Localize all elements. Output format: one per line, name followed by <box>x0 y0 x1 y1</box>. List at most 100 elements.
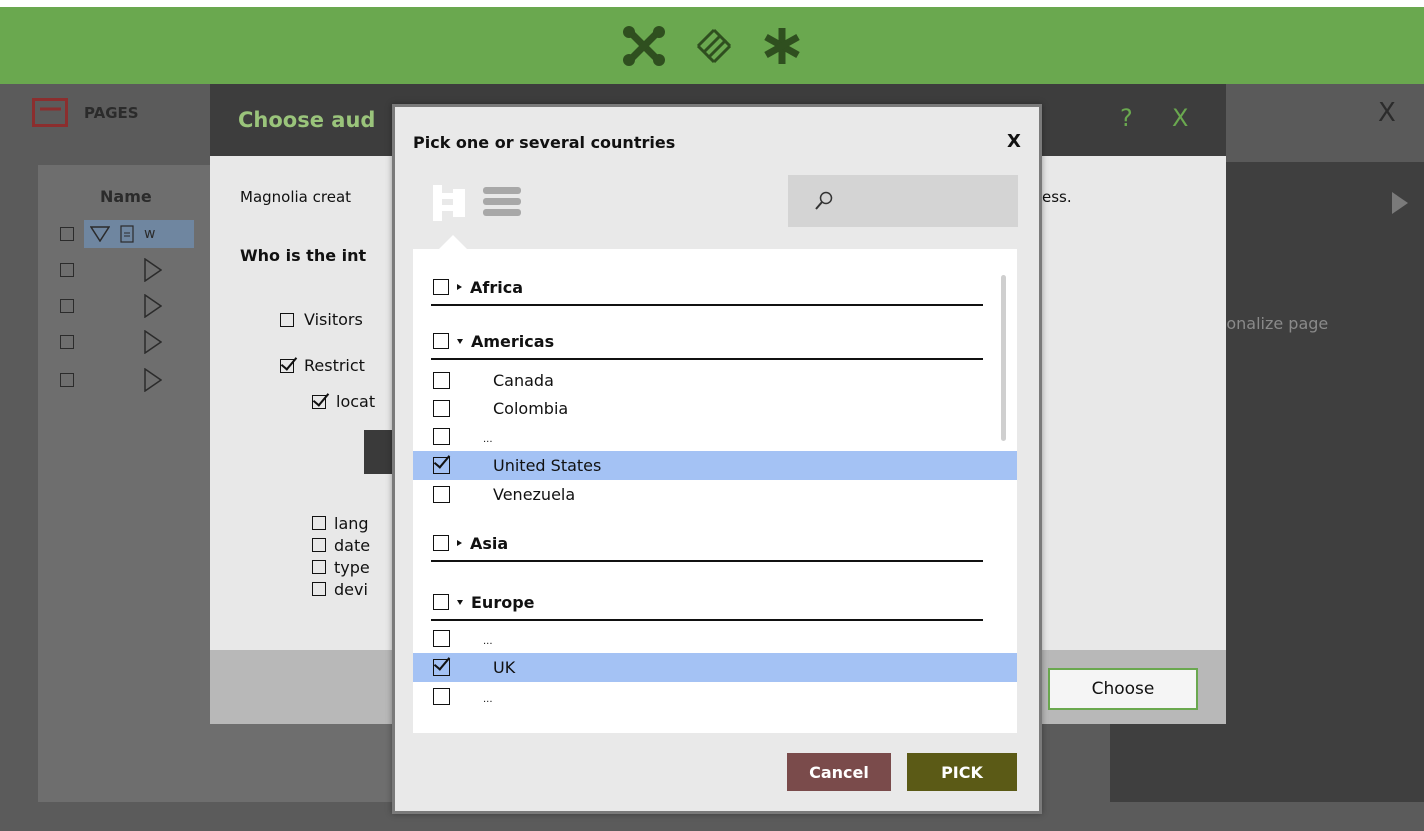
country-picker-dialog: Pick one or several countries X Africa A… <box>392 104 1042 814</box>
country-checkbox[interactable] <box>433 372 450 389</box>
audience-dialog-close-button[interactable]: X <box>1172 104 1188 132</box>
cancel-button[interactable]: Cancel <box>787 753 891 791</box>
group-checkbox[interactable] <box>433 535 449 551</box>
criteria-label: devi <box>334 579 368 599</box>
more-items-label: ... <box>483 694 493 705</box>
expanded-arrow-icon[interactable] <box>457 599 463 605</box>
row-checkbox[interactable] <box>60 299 74 313</box>
country-checkbox[interactable] <box>433 486 450 503</box>
country-label: UK <box>493 658 516 677</box>
restrict-label: Restrict <box>304 356 365 375</box>
group-divider <box>431 560 983 562</box>
document-icon <box>120 225 134 243</box>
row-checkbox[interactable] <box>60 335 74 349</box>
group-checkbox[interactable] <box>433 594 449 610</box>
choose-button[interactable]: Choose <box>1048 668 1198 710</box>
row-checkbox[interactable] <box>60 373 74 387</box>
play-arrow-icon[interactable] <box>1392 192 1408 214</box>
group-europe[interactable]: Europe <box>433 588 535 616</box>
search-icon <box>815 191 833 210</box>
group-checkbox[interactable] <box>433 333 449 349</box>
country-item-selected[interactable]: United States <box>413 451 1017 480</box>
group-divider <box>431 304 983 306</box>
picker-close-button[interactable]: X <box>1007 131 1021 152</box>
country-item[interactable]: ... <box>413 624 1017 653</box>
audience-intro-text: Magnolia creat <box>240 188 352 206</box>
help-button[interactable]: ? <box>1120 104 1133 132</box>
location-option[interactable]: locat <box>312 392 375 411</box>
row-checkbox[interactable] <box>60 227 74 241</box>
location-label: locat <box>336 392 376 411</box>
restrict-checkbox-checked[interactable] <box>280 358 294 373</box>
location-checkbox-checked[interactable] <box>312 394 326 409</box>
group-asia[interactable]: Asia <box>433 529 508 557</box>
collapsed-triangle-icon[interactable] <box>144 330 162 354</box>
group-label: Asia <box>470 533 509 553</box>
collapsed-triangle-icon[interactable] <box>144 258 162 282</box>
criteria-label: date <box>334 535 371 555</box>
criteria-option[interactable]: lang <box>312 512 370 534</box>
tree-view-icon[interactable] <box>431 183 467 223</box>
audience-intro-text-tail: ess. <box>1042 188 1072 206</box>
country-checkbox-checked[interactable] <box>433 457 450 474</box>
criteria-option[interactable]: type <box>312 556 370 578</box>
tree-row[interactable] <box>60 328 162 356</box>
tree-row[interactable] <box>60 292 162 320</box>
picker-title: Pick one or several countries <box>413 133 676 152</box>
visitors-checkbox[interactable] <box>280 312 294 327</box>
criteria-option[interactable]: devi <box>312 578 370 600</box>
pick-button[interactable]: PICK <box>907 753 1017 791</box>
country-item[interactable]: Venezuela <box>413 480 1017 509</box>
expanded-triangle-icon[interactable] <box>90 226 110 242</box>
tree-row[interactable]: w <box>60 220 194 248</box>
selected-tree-node[interactable]: w <box>84 220 194 248</box>
restrict-option[interactable]: Restrict <box>280 356 365 375</box>
more-items-label: ... <box>483 434 493 445</box>
criteria-label: type <box>334 557 370 577</box>
more-items-label: ... <box>483 636 493 647</box>
expanded-arrow-icon[interactable] <box>457 338 463 344</box>
criteria-option[interactable]: date <box>312 534 370 556</box>
group-africa[interactable]: Africa <box>433 273 523 301</box>
group-divider <box>431 619 983 621</box>
collapsed-arrow-icon[interactable] <box>457 540 462 546</box>
shuffle-icon[interactable] <box>622 25 666 66</box>
pages-tab-label: PAGES <box>84 104 139 122</box>
row-checkbox[interactable] <box>60 263 74 277</box>
criteria-checkbox[interactable] <box>312 582 326 596</box>
search-input[interactable] <box>788 175 1018 227</box>
tree-row[interactable] <box>60 366 162 394</box>
criteria-checkbox[interactable] <box>312 560 326 574</box>
right-panel-close-button[interactable]: X <box>1378 98 1396 128</box>
tree-row[interactable] <box>60 256 162 284</box>
country-label: Venezuela <box>493 485 576 504</box>
group-checkbox[interactable] <box>433 279 449 295</box>
pages-tab[interactable]: PAGES <box>32 98 139 128</box>
country-item[interactable]: Colombia <box>413 394 1017 423</box>
country-item-selected[interactable]: UK <box>413 653 1017 682</box>
collapsed-triangle-icon[interactable] <box>144 368 162 392</box>
visitors-option[interactable]: Visitors <box>280 310 363 329</box>
pages-icon <box>32 98 68 127</box>
group-americas[interactable]: Americas <box>433 327 554 355</box>
visitors-label: Visitors <box>304 310 363 329</box>
group-label: Americas <box>471 331 555 351</box>
country-checkbox[interactable] <box>433 400 450 417</box>
collapsed-arrow-icon[interactable] <box>457 284 462 290</box>
country-label: Colombia <box>493 399 569 418</box>
country-checkbox-checked[interactable] <box>433 659 450 676</box>
country-checkbox[interactable] <box>433 630 450 647</box>
country-item[interactable]: Canada <box>413 366 1017 395</box>
criteria-checkbox[interactable] <box>312 538 326 552</box>
group-label: Africa <box>470 277 523 297</box>
list-view-icon[interactable] <box>481 183 525 223</box>
criteria-checkbox[interactable] <box>312 516 326 530</box>
name-column-header[interactable]: Name <box>100 187 152 206</box>
country-item[interactable]: ... <box>413 682 1017 711</box>
country-checkbox[interactable] <box>433 688 450 705</box>
grid-pattern-icon[interactable] <box>694 26 734 66</box>
country-item[interactable]: ... <box>413 422 1017 451</box>
asterisk-icon[interactable] <box>762 26 802 66</box>
country-checkbox[interactable] <box>433 428 450 445</box>
collapsed-triangle-icon[interactable] <box>144 294 162 318</box>
